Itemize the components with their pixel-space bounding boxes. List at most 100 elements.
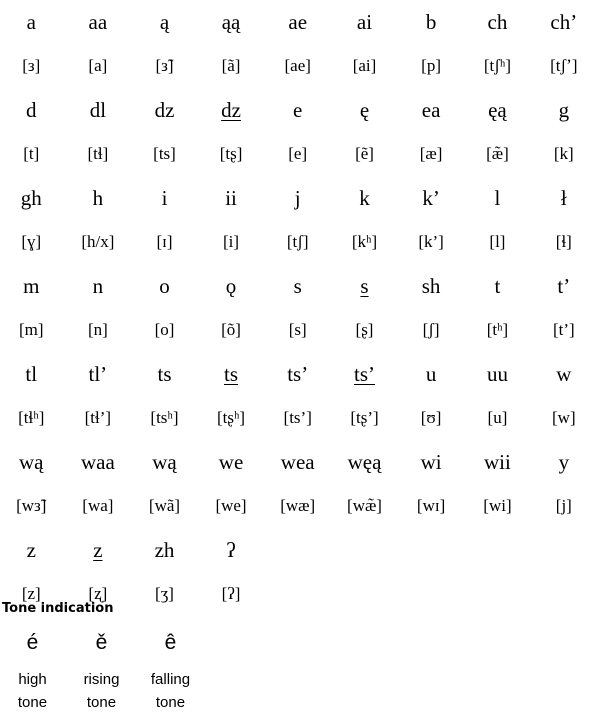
ipa-cell: [tʰ] — [486, 320, 509, 339]
letter-row: gh h i ii j k k’ l ł — [0, 176, 597, 220]
ipa-cell — [464, 572, 530, 616]
letter-cell: ʔ — [226, 537, 236, 562]
letter-cell: z — [26, 537, 36, 562]
ipa-cell: [k’] — [418, 232, 444, 251]
ipa-cell: [wã] — [148, 496, 181, 515]
tone-label-rising: rising tone — [67, 664, 136, 714]
tone-label-falling: falling tone — [136, 664, 205, 714]
underlined-letter: z — [93, 537, 103, 562]
ipa-cell: [t] — [23, 144, 40, 163]
ipa-cell: [tʃʰ] — [483, 56, 512, 75]
ipa-cell: [ts’] — [283, 408, 312, 427]
tone-label-line: tone — [86, 694, 117, 711]
letter-cell: uu — [486, 361, 508, 386]
letter-row: wą waa wą we wea węą wi wii y — [0, 440, 597, 484]
letter-cell: ch’ — [550, 9, 578, 34]
ipa-cell: [kʰ] — [351, 232, 378, 251]
letter-cell: ts’ — [331, 352, 398, 396]
letter-cell: w — [556, 361, 572, 386]
ipa-row: [ɣ] [h/x] [ɪ] [i] [tʃ] [kʰ] [k’] [l] [ɬ] — [0, 220, 597, 264]
ipa-row: [t] [tɬ] [ts] [tʂ] [e] [ẽ] [æ] [æ̃] [k] — [0, 132, 597, 176]
letter-cell — [264, 528, 331, 572]
ipa-cell: [j] — [555, 496, 572, 515]
letter-cell: waa — [80, 449, 115, 474]
ipa-cell: [wз̃] — [16, 496, 47, 515]
underlined-letter: ts — [224, 361, 239, 386]
letter-row: z z zh ʔ — [0, 528, 597, 572]
underlined-letter: s — [360, 273, 369, 298]
letter-cell: dl — [89, 97, 107, 122]
letter-cell: d — [26, 97, 37, 122]
letter-cell: ts — [157, 361, 172, 386]
letter-cell: t — [494, 273, 501, 298]
ipa-cell: [a] — [88, 56, 108, 75]
ipa-cell: [з̃] — [155, 56, 174, 75]
ipa-cell: [o] — [154, 320, 175, 339]
ipa-cell: [we] — [215, 496, 247, 515]
ipa-cell: [tʂʰ] — [216, 408, 246, 427]
letter-cell: wea — [280, 449, 315, 474]
letter-cell — [531, 528, 597, 572]
letter-cell: wą — [152, 449, 177, 474]
letter-cell: ą — [159, 9, 170, 34]
ipa-cell: [tʃʼ] — [550, 56, 578, 75]
underlined-letter: dz — [221, 97, 241, 122]
ipa-cell: [i] — [223, 232, 240, 251]
tone-label-high: high tone — [0, 664, 67, 714]
ipa-cell: [wa] — [82, 496, 114, 515]
ipa-cell: [u] — [487, 408, 508, 427]
letter-cell: ea — [421, 97, 441, 122]
letter-cell: tl — [25, 361, 38, 386]
letter-cell — [398, 528, 464, 572]
ipa-cell: [h/x] — [81, 232, 115, 251]
ipa-cell: [k] — [553, 144, 574, 163]
tone-label-line: rising — [83, 671, 120, 688]
letter-cell: dz — [154, 97, 175, 122]
letter-cell: z — [65, 528, 132, 572]
letter-cell: ǫ — [225, 273, 237, 298]
ipa-row: [tɬʰ] [tɬ’] [tsʰ] [tʂʰ] [ts’] [tʂ’] [ʊ] … — [0, 396, 597, 440]
letter-cell: g — [558, 97, 570, 122]
letter-row: a aa ą ąą ae ai b ch ch’ — [0, 0, 597, 44]
letter-row: m n o ǫ s s sh t t’ — [0, 264, 597, 308]
letter-cell: ch — [487, 9, 508, 34]
underlined-letter: ts’ — [354, 361, 375, 386]
ipa-cell: [ts] — [153, 144, 176, 163]
ipa-cell: [ʔ] — [221, 584, 241, 603]
letter-cell: ii — [225, 185, 237, 210]
letter-cell: b — [425, 9, 437, 34]
letter-cell: tl’ — [88, 361, 108, 386]
letter-cell: wi — [420, 449, 442, 474]
ipa-cell: [ɪ] — [156, 232, 173, 251]
letter-cell: ai — [356, 9, 373, 34]
letter-cell: h — [92, 185, 104, 210]
ipa-cell: [ʂ] — [355, 320, 374, 339]
ipa-cell: [wi] — [483, 496, 512, 515]
ipa-cell: [t’] — [552, 320, 575, 339]
ipa-cell: [ã] — [221, 56, 241, 75]
letter-cell: t’ — [557, 273, 571, 298]
letter-cell: i — [161, 185, 168, 210]
letter-cell: zh — [154, 537, 175, 562]
ipa-cell: [з] — [22, 56, 41, 75]
letter-cell: y — [558, 449, 570, 474]
ipa-cell: [tɬʰ] — [18, 408, 45, 427]
letter-cell: n — [92, 273, 104, 298]
ipa-cell: [p] — [421, 56, 441, 75]
letter-cell: l — [494, 185, 501, 210]
ipa-cell: [tʃ] — [286, 232, 309, 251]
ipa-cell: [æ] — [419, 144, 443, 163]
letter-cell: ae — [288, 9, 308, 34]
tone-mark-falling: ê — [164, 631, 177, 654]
ipa-cell: [n] — [87, 320, 108, 339]
letter-cell: ts — [198, 352, 265, 396]
letter-cell: s — [331, 264, 398, 308]
tone-label-line: falling — [150, 671, 191, 688]
ipa-cell: [æ̃] — [486, 144, 509, 163]
tone-mark-row: é ě ê — [0, 622, 205, 664]
ipa-cell — [531, 572, 597, 616]
ipa-cell: [ʊ] — [420, 408, 442, 427]
letter-cell: aa — [88, 9, 108, 34]
letter-cell: ts’ — [287, 361, 309, 386]
ipa-cell: [w] — [552, 408, 576, 427]
